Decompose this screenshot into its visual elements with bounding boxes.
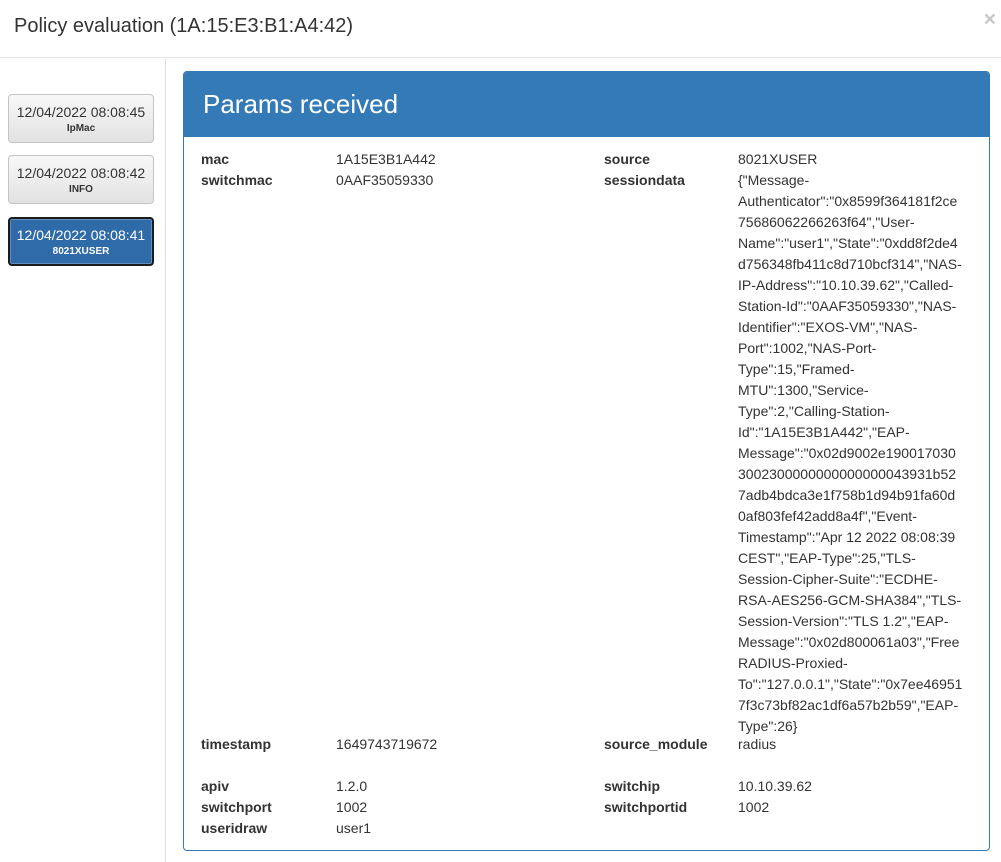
sessiondata-line: 75686062266263f64","User- <box>738 214 915 230</box>
evaluation-entry-8021xuser[interactable]: 12/04/2022 08:08:41 8021XUSER <box>8 217 154 266</box>
param-key: switchport <box>201 799 272 815</box>
param-value: 0AAF35059330 <box>336 172 434 188</box>
param-key: switchportid <box>604 799 688 815</box>
param-value: 1002 <box>738 799 770 815</box>
sessiondata-line: Station-Id":"0AAF35059330","NAS- <box>738 298 957 314</box>
param-key: timestamp <box>201 736 272 752</box>
param-key: mac <box>201 151 230 167</box>
param-key: source <box>604 151 650 167</box>
entry-tag: INFO <box>69 184 93 195</box>
param-key: sessiondata <box>604 172 685 188</box>
sessiondata-line: Session-Cipher-Suite":"ECDHE- <box>738 571 938 587</box>
evaluation-entry-ipmac[interactable]: 12/04/2022 08:08:45 IpMac <box>8 94 154 143</box>
panel-heading: Params received <box>184 72 989 137</box>
evaluation-entry-info[interactable]: 12/04/2022 08:08:42 INFO <box>8 155 154 204</box>
sessiondata-line: 7f3c73bf82ac1df6a57b2b59","EAP- <box>738 697 959 713</box>
param-value: radius <box>738 736 777 752</box>
sessiondata-line: Id":"1A15E3B1A442","EAP- <box>738 424 910 440</box>
modal-title: Policy evaluation (1A:15:E3:B1:A4:42) <box>14 15 354 37</box>
entry-tag: 8021XUSER <box>52 246 110 257</box>
param-value: 10.10.39.62 <box>738 778 812 794</box>
sessiondata-line: Type":2,"Calling-Station- <box>738 403 890 419</box>
sessiondata-line: RADIUS-Proxied- <box>738 655 848 671</box>
sessiondata-line: 7adb4bdca3e1f758b1d94b91fa60d <box>738 487 956 503</box>
sessiondata-line: IP-Address":"10.10.39.62","Called- <box>738 277 954 293</box>
sessiondata-line: Timestamp":"Apr 12 2022 08:08:39 <box>738 529 956 545</box>
param-value: 8021XUSER <box>738 151 818 167</box>
sessiondata-line: Name":"user1","State":"0xdd8f2de4 <box>738 235 958 251</box>
entry-tag: IpMac <box>66 123 96 134</box>
entry-datetime: 12/04/2022 08:08:42 <box>16 165 146 181</box>
entry-datetime: 12/04/2022 08:08:41 <box>16 227 146 243</box>
param-key: switchip <box>604 778 661 794</box>
sessiondata-line: 3002300000000000000043931b52 <box>738 466 957 482</box>
param-value: 1A15E3B1A442 <box>336 151 436 167</box>
param-key: useridraw <box>201 820 268 836</box>
param-key: source_module <box>604 736 708 752</box>
param-key: switchmac <box>201 172 273 188</box>
sessiondata-line: MTU":1300,"Service- <box>738 382 869 398</box>
sessiondata-line: Type":15,"Framed- <box>738 361 855 377</box>
sessiondata-line: Authenticator":"0x8599f364181f2ce <box>738 193 958 209</box>
sessiondata-line: Message":"0x02d9002e190017030 <box>738 445 956 461</box>
entry-datetime: 12/04/2022 08:08:45 <box>16 104 146 120</box>
param-value: user1 <box>336 820 372 836</box>
param-key: apiv <box>201 778 230 794</box>
param-value: 1002 <box>336 799 368 815</box>
evaluation-list: 12/04/2022 08:08:45 IpMac 12/04/2022 08:… <box>0 59 166 862</box>
sessiondata-line: d756348fb411c8d710bcf314","NAS- <box>738 256 962 272</box>
sessiondata-line: Session-Version":"TLS 1.2","EAP- <box>738 613 949 629</box>
close-button[interactable]: × <box>984 9 996 30</box>
sessiondata-line: 0af803fef42add8a4f","Event- <box>738 508 917 524</box>
params-panel: Params received mac 1A15E3B1A442 source … <box>183 71 990 851</box>
param-value: 1649743719672 <box>336 736 438 752</box>
sessiondata-line: RSA-AES256-GCM-SHA384","TLS- <box>738 592 962 608</box>
sessiondata-line: Identifier":"EXOS-VM","NAS- <box>738 319 918 335</box>
sessiondata-line: {"Message- <box>738 172 810 188</box>
sessiondata-line: Message":"0x02d800061a03","Free <box>738 634 960 650</box>
sessiondata-line: To":"127.0.0.1","State":"0x7ee46951 <box>738 676 963 692</box>
sessiondata-line: CEST","EAP-Type":25,"TLS- <box>738 550 916 566</box>
sessiondata-line: Port":1002,"NAS-Port- <box>738 340 877 356</box>
sessiondata-value: {"Message- Authenticator":"0x8599f364181f… <box>738 170 978 737</box>
modal-header: Policy evaluation (1A:15:E3:B1:A4:42) × <box>0 0 1001 58</box>
param-value: 1.2.0 <box>336 778 368 794</box>
